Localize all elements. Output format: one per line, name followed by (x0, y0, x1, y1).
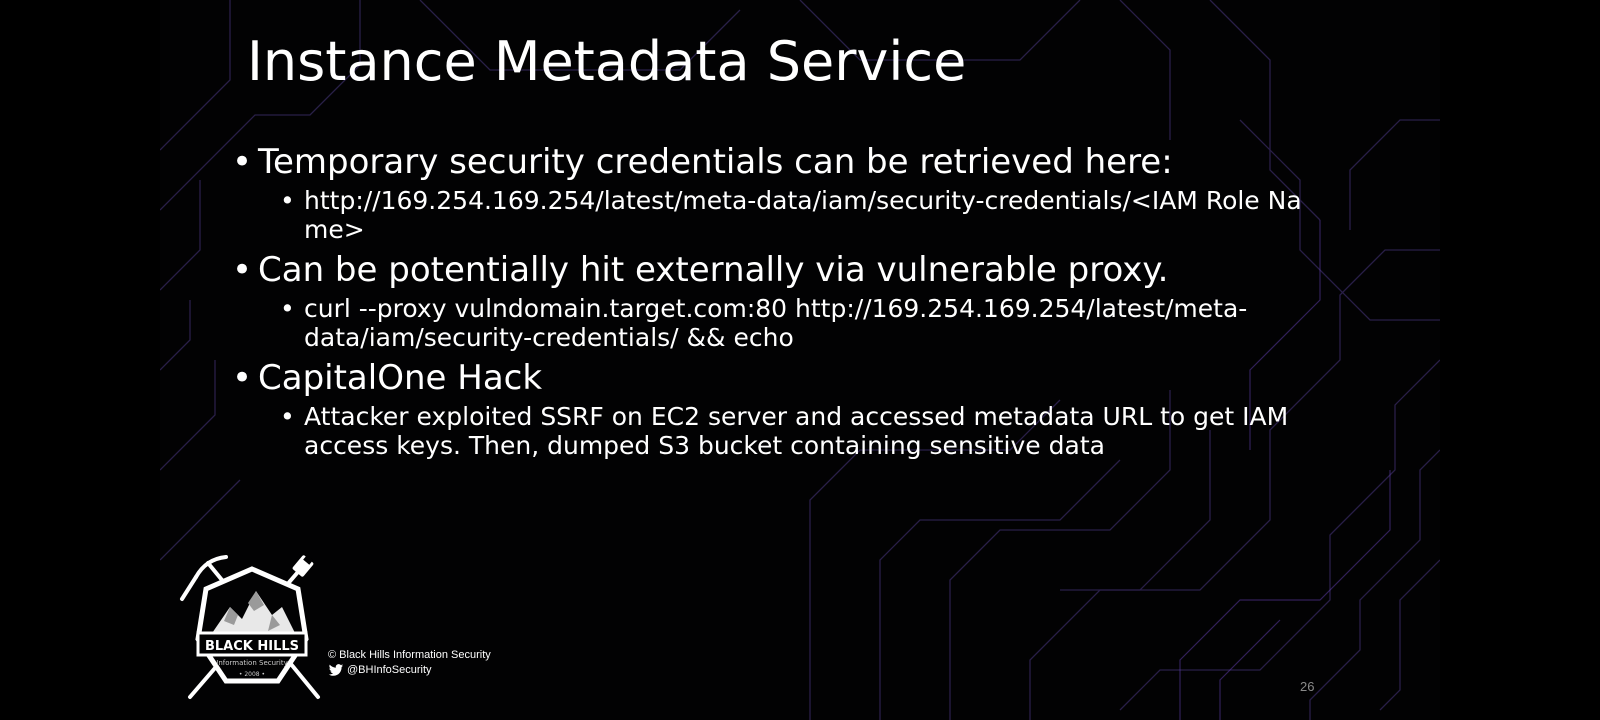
logo-name: BLACK HILLS (205, 639, 299, 654)
bullet-capitalone: CapitalOne Hack (232, 358, 1352, 398)
bullet-credentials: Temporary security credentials can be re… (232, 142, 1352, 182)
twitter-icon (328, 663, 344, 676)
bullet-text: Temporary security credentials can be re… (258, 142, 1173, 182)
sub-bullet-curl-command: curl --proxy vulndomain.target.com:80 ht… (232, 294, 1352, 352)
copyright-text: © Black Hills Information Security (328, 649, 491, 661)
sub-bullet-text: Attacker exploited SSRF on EC2 server an… (304, 402, 1289, 460)
logo-subtitle: Information Security (216, 659, 288, 667)
logo-year: • 2008 • (239, 671, 265, 678)
bullet-text: Can be potentially hit externally via vu… (258, 250, 1169, 290)
twitter-handle: @BHInfoSecurity (347, 664, 432, 676)
sub-bullet-capitalone-details: Attacker exploited SSRF on EC2 server an… (232, 402, 1352, 460)
slide-number: 26 (1300, 679, 1315, 694)
slide-title: Instance Metadata Service (247, 30, 967, 93)
slide: Instance Metadata Service Temporary secu… (160, 0, 1440, 720)
bullet-proxy: Can be potentially hit externally via vu… (232, 250, 1352, 290)
sub-bullet-text: http://169.254.169.254/latest/meta-data/… (304, 186, 1302, 244)
page: Instance Metadata Service Temporary secu… (0, 0, 1600, 720)
bullet-list: Temporary security credentials can be re… (232, 138, 1352, 466)
black-hills-logo: BLACK HILLS Information Security • 2008 … (180, 555, 320, 699)
bullet-text: CapitalOne Hack (258, 358, 543, 398)
sub-bullet-credentials-url: http://169.254.169.254/latest/meta-data/… (232, 186, 1352, 244)
sub-bullet-text: curl --proxy vulndomain.target.com:80 ht… (304, 294, 1248, 352)
twitter-handle-row: @BHInfoSecurity (328, 663, 432, 677)
